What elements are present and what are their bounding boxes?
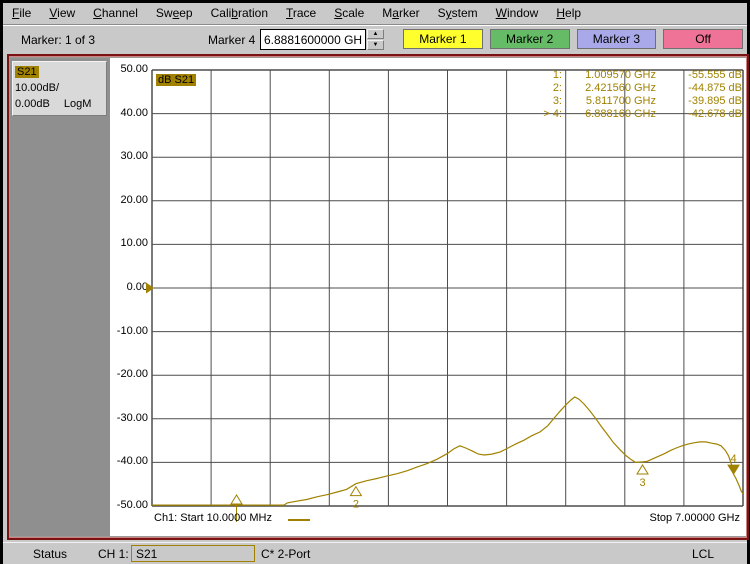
off-button[interactable]: Off	[663, 29, 743, 49]
trace-status-panel: S21 10.00dB/ 0.00dB LogM	[10, 58, 110, 536]
channel-window: S21 10.00dB/ 0.00dB LogM 50.00 40.00 30.00 2…	[7, 54, 749, 540]
reference-level-pointer	[146, 282, 154, 294]
status-bar: Status CH 1: S21 C* 2-Port LCL	[3, 542, 747, 564]
y-tick-label: 20.00	[120, 193, 148, 206]
trace-info-box[interactable]: S21 10.00dB/ 0.00dB LogM	[12, 61, 107, 116]
marker-status-label: Marker: 1 of 3	[21, 33, 96, 47]
y-tick-label: -20.00	[116, 368, 148, 381]
menu-item-system[interactable]: System	[429, 3, 487, 25]
marker-1-button[interactable]: Marker 1	[403, 29, 483, 49]
spinner-up-button[interactable]: ▲	[367, 29, 384, 39]
status-label: Status	[33, 547, 68, 561]
trace-format-label: LogM	[63, 98, 92, 110]
y-tick-label: -10.00	[116, 324, 148, 337]
y-tick-label: 10.00	[120, 237, 148, 250]
marker-3-symbol[interactable]	[636, 463, 649, 475]
channel-label: CH 1:	[98, 547, 129, 561]
trace-ref-label: 0.00dB	[15, 98, 50, 110]
marker-buttons: Marker 1 Marker 2 Marker 3 Off	[403, 29, 743, 49]
active-trace-box[interactable]: S21	[131, 545, 255, 562]
trace-scale-label: 10.00dB/	[15, 82, 60, 94]
marker-3-button[interactable]: Marker 3	[576, 29, 657, 49]
menu-item-channel[interactable]: Channel	[84, 3, 147, 25]
menu-item-help[interactable]: Help	[547, 3, 590, 25]
trace-label-chip: dB S21	[156, 74, 197, 86]
y-tick-label: -30.00	[116, 411, 148, 424]
marker-readout-row: 3: 5.811700 GHz -39.895 dB	[552, 95, 742, 107]
marker-3-label: 3	[639, 477, 645, 489]
marker-2-label: 2	[353, 499, 359, 511]
y-tick-label: 40.00	[120, 106, 148, 119]
marker-2-button[interactable]: Marker 2	[489, 29, 570, 49]
marker-1-symbol[interactable]	[230, 494, 243, 505]
menu-item-trace[interactable]: Trace	[277, 3, 325, 25]
marker-4-symbol[interactable]	[727, 464, 740, 476]
marker-readout-row: > 4: 6.888160 GHz -42.678 dB	[543, 108, 742, 120]
menu-item-marker[interactable]: Marker	[373, 3, 428, 25]
menu-item-view[interactable]: View	[40, 3, 84, 25]
marker-toolbar: Marker: 1 of 3 Marker 4 ▲ ▼ Marker 1Mark…	[3, 26, 747, 53]
graticule-and-trace: 2 3 4	[146, 69, 744, 522]
marker4-frequency-input[interactable]	[260, 29, 366, 50]
marker-4-label: 4	[730, 453, 736, 465]
calibration-status-label: C* 2-Port	[261, 547, 311, 561]
plot-area: 50.00 40.00 30.00 20.00 10.00 0.00 -10.00 -20.0…	[110, 58, 746, 536]
y-tick-label: 0.00	[126, 281, 148, 293]
marker4-label: Marker 4	[208, 33, 256, 47]
menu-item-file[interactable]: File	[3, 3, 40, 25]
marker-readout-row: 1: 1.009570 GHz -55.555 dB	[552, 69, 742, 81]
marker-readout-row: 2: 2.421560 GHz -44.875 dB	[552, 82, 742, 94]
menu-item-window[interactable]: Window	[487, 3, 548, 25]
marker-2-symbol[interactable]	[349, 485, 363, 497]
x-axis-row: Ch1: Start 10.0000 MHz Stop 7.00000 GHz	[110, 510, 746, 528]
start-frequency-label: Ch1: Start 10.0000 MHz	[154, 512, 273, 524]
y-tick-label: 50.00	[120, 63, 148, 75]
marker4-spinbox: ▲ ▼	[260, 29, 388, 50]
trace-name-chip[interactable]: S21	[15, 66, 39, 78]
menu-item-scale[interactable]: Scale	[325, 3, 373, 25]
y-tick-label: 30.00	[120, 150, 148, 163]
menu-item-sweep[interactable]: Sweep	[147, 3, 202, 25]
menu-bar: File View Channel Sweep Calibration Trace Scal…	[3, 3, 747, 25]
stop-frequency-label: Stop 7.00000 GHz	[649, 512, 740, 524]
spinner-down-button[interactable]: ▼	[367, 40, 384, 50]
y-tick-label: -40.00	[116, 455, 148, 468]
lcl-label: LCL	[691, 547, 714, 561]
trace-color-dash	[288, 519, 310, 521]
spinner: ▲ ▼	[367, 29, 384, 50]
marker-readout: 1: 1.009570 GHz -55.555 dB 2: 2.421560 GHz -4…	[536, 69, 742, 121]
menu-item-calibration[interactable]: Calibration	[202, 3, 277, 25]
application-window: File View Channel Sweep Calibration Trace Scal…	[0, 0, 750, 564]
